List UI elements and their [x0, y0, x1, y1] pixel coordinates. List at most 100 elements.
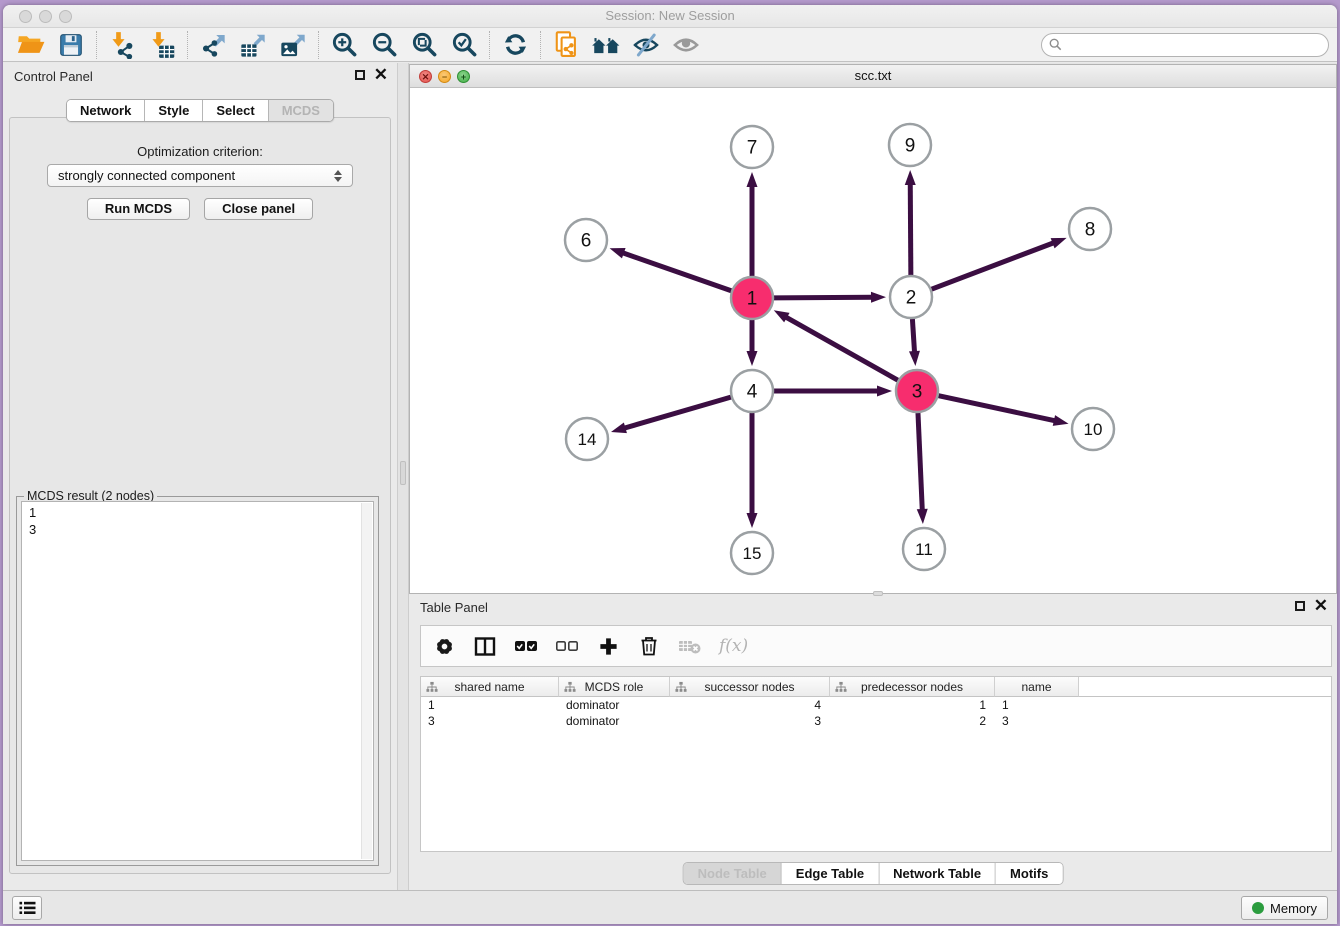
graph-edge-arrow — [747, 513, 758, 528]
cell-successor-nodes[interactable]: 3 — [670, 713, 830, 729]
import-table-icon[interactable] — [142, 29, 182, 61]
table-panel-close-icon[interactable]: ✕ — [1314, 600, 1328, 612]
cell-successor-nodes[interactable]: 4 — [670, 697, 830, 713]
graph-edge-3-10[interactable] — [939, 396, 1056, 421]
close-panel-button[interactable]: Close panel — [204, 198, 313, 220]
function-builder-icon-disabled: f(x) — [719, 636, 748, 656]
network-graph: 1234678910111415 — [410, 89, 1336, 594]
cell-shared-name[interactable]: 1 — [421, 697, 559, 713]
open-session-icon[interactable] — [11, 29, 51, 61]
tab-mcds[interactable]: MCDS — [269, 100, 333, 121]
control-panel-tabs: Network Style Select MCDS — [66, 99, 334, 122]
network-minimize-button[interactable]: − — [438, 70, 451, 83]
select-all-checks-icon[interactable] — [514, 634, 538, 658]
graph-edge-1-6[interactable] — [622, 253, 731, 291]
mcds-panel-body: Optimization criterion: strongly connect… — [9, 117, 391, 874]
graph-edge-2-3[interactable] — [912, 319, 914, 353]
graph-node-label: 10 — [1084, 420, 1103, 439]
hide-selected-icon[interactable] — [626, 29, 666, 61]
column-header-mcds-role[interactable]: MCDS role — [559, 677, 670, 697]
table-tabs: Node Table Edge Table Network Table Moti… — [683, 862, 1064, 885]
column-header-shared-name[interactable]: shared name — [421, 677, 559, 697]
first-neighbors-icon[interactable] — [586, 29, 626, 61]
network-maximize-button[interactable]: + — [457, 70, 470, 83]
zoom-in-icon[interactable] — [324, 29, 364, 61]
task-history-button[interactable] — [12, 896, 42, 920]
graph-edge-4-14[interactable] — [623, 397, 730, 428]
search-input[interactable] — [1066, 37, 1321, 52]
tab-network-table[interactable]: Network Table — [879, 863, 996, 884]
column-type-icon — [564, 681, 576, 693]
table-header-filler — [1079, 677, 1331, 697]
column-type-icon — [426, 681, 438, 693]
export-table-icon[interactable] — [233, 29, 273, 61]
control-panel-close-icon[interactable]: ✕ — [374, 69, 388, 81]
window-zoom-button[interactable] — [59, 10, 72, 23]
graph-node-label: 1 — [747, 289, 758, 310]
graph-node-label: 4 — [747, 382, 758, 403]
deselect-all-checks-icon[interactable] — [555, 634, 579, 658]
run-mcds-button[interactable]: Run MCDS — [87, 198, 190, 220]
graph-edge-2-9[interactable] — [910, 183, 911, 275]
cell-shared-name[interactable]: 3 — [421, 713, 559, 729]
clone-network-icon[interactable] — [546, 29, 586, 61]
window-minimize-button[interactable] — [39, 10, 52, 23]
zoom-fit-icon[interactable] — [404, 29, 444, 61]
zoom-out-icon[interactable] — [364, 29, 404, 61]
network-window-titlebar: ✕ − + scc.txt — [410, 65, 1336, 88]
add-column-icon[interactable] — [596, 634, 620, 658]
graph-edge-1-2[interactable] — [774, 297, 873, 298]
tab-style[interactable]: Style — [145, 100, 203, 121]
mcds-result-text[interactable]: 1 3 — [21, 501, 374, 861]
settings-gear-icon[interactable] — [432, 634, 456, 658]
tab-network[interactable]: Network — [67, 100, 145, 121]
column-header-successor-nodes[interactable]: successor nodes — [670, 677, 830, 697]
window-close-button[interactable] — [19, 10, 32, 23]
table-row[interactable]: 3 dominator 3 2 3 — [421, 713, 1331, 729]
split-panel-icon[interactable] — [473, 634, 497, 658]
graph-edge-3-11[interactable] — [918, 413, 922, 511]
tab-select[interactable]: Select — [203, 100, 268, 121]
graph-node-label: 9 — [905, 136, 916, 157]
window-title: Session: New Session — [3, 5, 1337, 27]
zoom-selected-icon[interactable] — [444, 29, 484, 61]
splitter-grip[interactable] — [400, 461, 406, 485]
graph-edge-3-1[interactable] — [785, 317, 898, 381]
column-header-predecessor-nodes[interactable]: predecessor nodes — [830, 677, 995, 697]
network-close-button[interactable]: ✕ — [419, 70, 432, 83]
result-scrollbar[interactable] — [361, 503, 372, 859]
tab-edge-table[interactable]: Edge Table — [782, 863, 879, 884]
table-row[interactable]: 1 dominator 4 1 1 — [421, 697, 1331, 713]
optimization-criterion-select[interactable]: strongly connected component — [47, 164, 353, 187]
toolbar-separator — [318, 31, 319, 59]
refresh-layout-icon[interactable] — [495, 29, 535, 61]
graph-node-label: 2 — [906, 288, 917, 309]
tab-motifs[interactable]: Motifs — [996, 863, 1062, 884]
delete-column-icon[interactable] — [637, 634, 661, 658]
export-network-icon[interactable] — [193, 29, 233, 61]
horizontal-splitter-grip[interactable] — [873, 591, 883, 596]
graph-edge-2-8[interactable] — [932, 242, 1055, 289]
table-panel-float-icon[interactable] — [1295, 601, 1305, 611]
graph-edge-arrow — [611, 423, 627, 434]
cell-mcds-role[interactable]: dominator — [559, 697, 670, 713]
graph-edge-arrow — [871, 292, 886, 303]
cell-name[interactable]: 1 — [995, 697, 1079, 713]
panel-splitter[interactable] — [397, 63, 409, 890]
import-network-icon[interactable] — [102, 29, 142, 61]
cell-predecessor-nodes[interactable]: 1 — [830, 697, 995, 713]
memory-button[interactable]: Memory — [1241, 896, 1328, 920]
graph-edge-arrow — [909, 351, 920, 366]
search-box[interactable] — [1041, 33, 1329, 57]
network-canvas[interactable]: 1234678910111415 — [410, 89, 1336, 593]
export-image-icon[interactable] — [273, 29, 313, 61]
network-view-window: ✕ − + scc.txt 1234678910111415 — [409, 64, 1337, 594]
column-header-name[interactable]: name — [995, 677, 1079, 697]
tab-node-table[interactable]: Node Table — [684, 863, 782, 884]
graph-node-label: 15 — [743, 544, 762, 563]
cell-mcds-role[interactable]: dominator — [559, 713, 670, 729]
cell-predecessor-nodes[interactable]: 2 — [830, 713, 995, 729]
save-session-icon[interactable] — [51, 29, 91, 61]
cell-name[interactable]: 3 — [995, 713, 1079, 729]
control-panel-float-icon[interactable] — [355, 70, 365, 80]
